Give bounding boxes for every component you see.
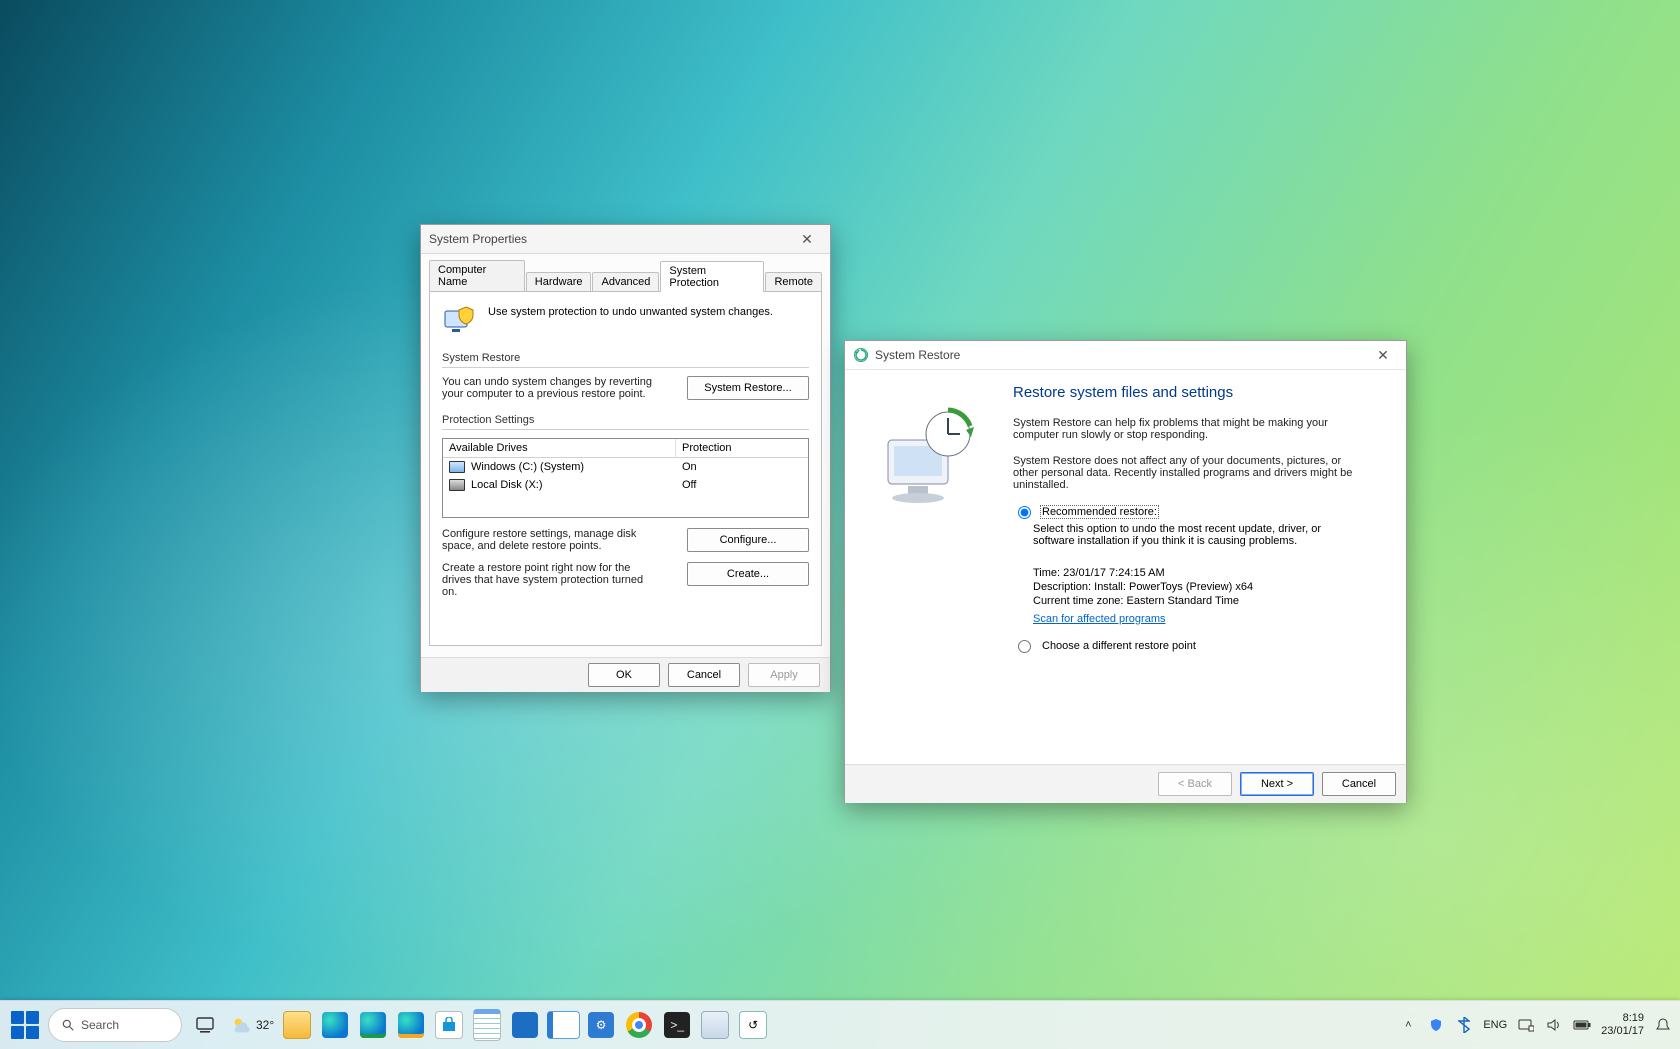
taskbar-app-terminal[interactable]: >_	[660, 1005, 694, 1045]
recommended-description: Select this option to undo the most rece…	[1033, 523, 1343, 547]
pinned-apps: ⚙ >_ ↺	[280, 1005, 770, 1045]
back-button: < Back	[1158, 772, 1232, 796]
restore-description: Description: Install: PowerToys (Preview…	[1033, 581, 1378, 593]
radio-different-restore-point[interactable]: Choose a different restore point	[1013, 639, 1378, 653]
tab-advanced[interactable]: Advanced	[592, 272, 659, 291]
drive-icon	[449, 479, 465, 491]
col-available-drives[interactable]: Available Drives	[443, 439, 676, 457]
cancel-button[interactable]: Cancel	[1322, 772, 1396, 796]
system-restore-button[interactable]: System Restore...	[687, 376, 809, 400]
taskbar-app-settings[interactable]: ⚙	[584, 1005, 618, 1045]
drive-row[interactable]: Local Disk (X:) Off	[443, 476, 808, 494]
group-system-restore-title: System Restore	[442, 352, 809, 364]
system-restore-titlebar[interactable]: System Restore ✕	[845, 341, 1406, 370]
restore-time: Time: 23/01/17 7:24:15 AM	[1033, 567, 1378, 579]
taskbar-app-document[interactable]	[546, 1005, 580, 1045]
ok-button[interactable]: OK	[588, 663, 660, 687]
desktop: System Properties ✕ Computer Name Hardwa…	[0, 0, 1680, 1049]
taskbar-app-control-panel[interactable]	[698, 1005, 732, 1045]
taskbar-app-calendar[interactable]	[508, 1005, 542, 1045]
next-button[interactable]: Next >	[1240, 772, 1314, 796]
window-title: System Restore	[875, 341, 1368, 369]
tab-remote[interactable]: Remote	[765, 272, 822, 291]
intro-text: Use system protection to undo unwanted s…	[488, 306, 773, 318]
group-protection-settings-title: Protection Settings	[442, 414, 809, 426]
configure-description: Configure restore settings, manage disk …	[442, 528, 652, 552]
search-icon	[61, 1018, 75, 1032]
taskbar: Search 32° ⚙ >_ ↺ ˄	[0, 1000, 1680, 1049]
taskbar-app-chrome[interactable]	[622, 1005, 656, 1045]
start-button[interactable]	[8, 1005, 42, 1045]
tray-overflow-icon[interactable]: ˄	[1399, 1016, 1417, 1034]
radio-recommended-restore[interactable]: Recommended restore:	[1013, 505, 1378, 519]
cancel-button[interactable]: Cancel	[668, 663, 740, 687]
apply-button: Apply	[748, 663, 820, 687]
close-icon[interactable]: ✕	[1368, 345, 1398, 365]
tray-volume-icon[interactable]	[1545, 1016, 1563, 1034]
restore-timezone: Current time zone: Eastern Standard Time	[1033, 595, 1378, 607]
tray-clock[interactable]: 8:19 23/01/17	[1601, 1012, 1644, 1038]
drives-list[interactable]: Available Drives Protection Windows (C:)…	[442, 438, 809, 518]
weather-icon	[230, 1014, 252, 1036]
tab-system-protection[interactable]: System Protection	[660, 261, 764, 292]
wizard-heading: Restore system files and settings	[1013, 384, 1378, 401]
taskbar-app-edge-dev[interactable]	[356, 1005, 390, 1045]
tray-notifications-icon[interactable]	[1654, 1016, 1672, 1034]
system-properties-window: System Properties ✕ Computer Name Hardwa…	[420, 224, 831, 691]
taskbar-app-system-restore[interactable]: ↺	[736, 1005, 770, 1045]
tray-battery-icon[interactable]	[1573, 1016, 1591, 1034]
system-properties-titlebar[interactable]: System Properties ✕	[421, 225, 830, 254]
col-protection[interactable]: Protection	[676, 439, 808, 457]
system-restore-window: System Restore ✕ Restore system files	[844, 340, 1407, 802]
tabs: Computer Name Hardware Advanced System P…	[429, 260, 822, 291]
tray-security-icon[interactable]	[1427, 1016, 1445, 1034]
configure-button[interactable]: Configure...	[687, 528, 809, 552]
tray-language[interactable]: ENG	[1483, 1019, 1507, 1031]
wizard-paragraph-2: System Restore does not affect any of yo…	[1013, 455, 1353, 491]
close-icon[interactable]: ✕	[792, 229, 822, 249]
tab-hardware[interactable]: Hardware	[526, 272, 592, 291]
wizard-paragraph-1: System Restore can help fix problems tha…	[1013, 417, 1353, 441]
create-description: Create a restore point right now for the…	[442, 562, 652, 598]
drive-row[interactable]: Windows (C:) (System) On	[443, 458, 808, 476]
shield-monitor-icon	[442, 302, 478, 338]
weather-widget[interactable]: 32°	[230, 1014, 274, 1036]
window-title: System Properties	[429, 225, 792, 253]
wizard-graphic	[845, 370, 1013, 764]
tray-bluetooth-icon[interactable]	[1455, 1016, 1473, 1034]
tab-page-system-protection: Use system protection to undo unwanted s…	[429, 291, 822, 646]
taskbar-app-edge-canary[interactable]	[394, 1005, 428, 1045]
taskbar-app-edge[interactable]	[318, 1005, 352, 1045]
taskbar-app-store[interactable]	[432, 1005, 466, 1045]
scan-affected-link[interactable]: Scan for affected programs	[1033, 613, 1165, 625]
taskbar-app-notepad[interactable]	[470, 1005, 504, 1045]
create-button[interactable]: Create...	[687, 562, 809, 586]
system-tray: ˄ ENG 8:19 23/01/17	[1399, 1012, 1672, 1038]
taskbar-app-explorer[interactable]	[280, 1005, 314, 1045]
tab-computer-name[interactable]: Computer Name	[429, 260, 525, 291]
taskbar-search[interactable]: Search	[48, 1008, 182, 1042]
drive-icon	[449, 461, 465, 473]
tray-network-icon[interactable]	[1517, 1016, 1535, 1034]
restore-app-icon	[853, 347, 869, 363]
task-view-button[interactable]	[188, 1005, 222, 1045]
restore-description: You can undo system changes by reverting…	[442, 376, 652, 400]
